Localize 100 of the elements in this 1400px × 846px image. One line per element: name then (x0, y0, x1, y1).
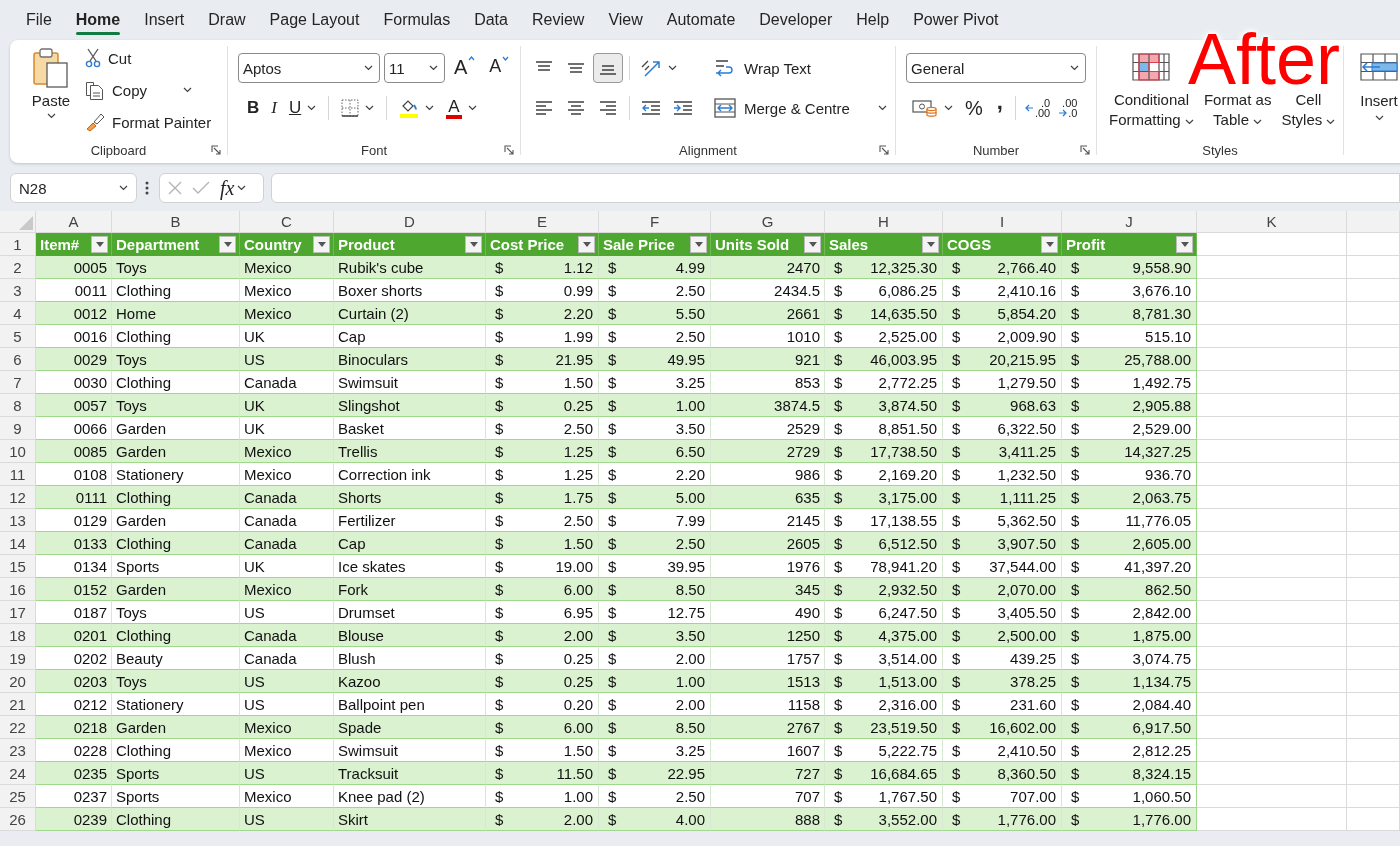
ribbon-tab[interactable]: Insert (132, 0, 197, 40)
table-cell: $ 968.63 (943, 394, 1062, 417)
dialog-launcher-icon[interactable] (504, 145, 514, 155)
filter-button[interactable] (578, 235, 595, 253)
cut-button[interactable]: Cut (85, 42, 212, 74)
formula-input[interactable] (271, 173, 1400, 203)
filter-button[interactable] (219, 235, 236, 253)
indent-right-icon (673, 101, 693, 115)
column-letter: I (943, 211, 1062, 233)
dialog-launcher-icon[interactable] (879, 145, 889, 155)
row-number: 12 (0, 486, 36, 509)
align-bottom-button[interactable] (593, 53, 623, 83)
paste-button[interactable]: Paste (23, 42, 79, 119)
row-number: 4 (0, 302, 36, 325)
empty-cell (1347, 440, 1400, 463)
insert-cells-button[interactable]: Insert (1360, 53, 1398, 121)
table-cell: $ 46,003.95 (825, 348, 943, 371)
table-cell: Trellis (334, 440, 486, 463)
table-cell: 2661 (711, 302, 825, 325)
filter-button[interactable] (690, 235, 707, 253)
borders-icon (341, 99, 360, 117)
table-cell: $ 9,558.90 (1062, 256, 1197, 279)
styles-button[interactable]: Format as Table (1203, 90, 1272, 130)
underline-button[interactable]: U (284, 95, 321, 121)
ribbon-tab[interactable]: Page Layout (257, 0, 372, 40)
font-size-select[interactable]: 11 (384, 53, 445, 83)
dialog-launcher-icon[interactable] (1080, 145, 1090, 155)
ribbon-tab[interactable]: Power Pivot (901, 0, 1011, 40)
caret-icon (1326, 119, 1336, 125)
wrap-text-button[interactable]: Wrap Text (714, 53, 887, 83)
filter-button[interactable] (91, 235, 108, 253)
table-cell: 0201 (36, 624, 112, 647)
ribbon-tab[interactable]: Draw (196, 0, 258, 40)
filter-button[interactable] (804, 235, 821, 253)
filter-button[interactable] (1041, 235, 1058, 253)
align-center-icon (567, 101, 585, 115)
table-cell: $ 8,324.15 (1062, 762, 1197, 785)
banknote-coins-icon (912, 98, 938, 118)
empty-cell (1347, 808, 1400, 831)
ribbon-tab[interactable]: Data (462, 0, 520, 40)
table-cell: Spade (334, 716, 486, 739)
ribbon-tab[interactable]: File (14, 0, 64, 40)
table-cell: Mexico (240, 716, 334, 739)
font-color-button[interactable]: A (442, 95, 481, 121)
italic-button[interactable]: I (267, 95, 281, 121)
bold-button[interactable]: B (243, 95, 264, 121)
comma-style-button[interactable]: , (990, 95, 1009, 121)
dialog-launcher-icon[interactable] (211, 145, 221, 155)
ribbon-tab[interactable]: Developer (747, 0, 845, 40)
filter-button[interactable] (1176, 235, 1193, 253)
table-cell: Slingshot (334, 394, 486, 417)
copy-button[interactable]: Copy (85, 74, 212, 106)
down-caret-icon (502, 56, 510, 61)
table-cell: $ 3,907.50 (943, 532, 1062, 555)
ribbon-tab[interactable]: Help (844, 0, 902, 40)
column-header: COGS (947, 235, 992, 253)
empty-cell (1347, 578, 1400, 601)
decrease-decimal-button[interactable]: .00 .0 (1055, 98, 1081, 118)
ribbon-tab[interactable]: Review (519, 0, 597, 40)
ribbon-tab[interactable]: Formulas (371, 0, 463, 40)
table-cell: 2729 (711, 440, 825, 463)
table-cell: Clothing (112, 486, 240, 509)
table-cell: $ 6,512.50 (825, 532, 943, 555)
table-cell: Mexico (240, 440, 334, 463)
table-cell: $ 3,175.00 (825, 486, 943, 509)
table-cell: 727 (711, 762, 825, 785)
merge-cells-icon (714, 98, 736, 118)
table-cell: Blouse (334, 624, 486, 647)
format-painter-button[interactable]: Format Painter (85, 106, 212, 138)
percent-style-button[interactable]: % (959, 96, 989, 120)
table-cell: $ 8,360.50 (943, 762, 1062, 785)
table-cell: $ 14,327.25 (1062, 440, 1197, 463)
table-cell: $ 1,134.75 (1062, 670, 1197, 693)
vertical-dots-icon[interactable] (145, 181, 149, 195)
table-cell: $ 17,738.50 (825, 440, 943, 463)
increase-decimal-button[interactable]: .0 .00 (1021, 98, 1054, 118)
group-label: Font (361, 142, 387, 158)
column-letter: G (711, 211, 825, 233)
ribbon-tab[interactable]: View (596, 0, 655, 40)
number-format-select[interactable]: General (906, 53, 1086, 83)
column-letter: F (599, 211, 711, 233)
name-box[interactable]: N28 (10, 173, 137, 203)
table-cell: 345 (711, 578, 825, 601)
table-cell: 921 (711, 348, 825, 371)
merge-and-centre-button[interactable]: Merge & Centre (714, 93, 887, 123)
styles-button[interactable]: Cell Styles (1281, 90, 1336, 130)
table-cell: 0152 (36, 578, 112, 601)
decrease-font-size-button[interactable]: A (484, 53, 515, 83)
filter-button[interactable] (313, 235, 330, 253)
table-cell: US (240, 670, 334, 693)
table-cell: Toys (112, 394, 240, 417)
filter-button[interactable] (465, 235, 482, 253)
font-family-select[interactable]: Aptos (238, 53, 380, 83)
ribbon-tab[interactable]: Home (63, 0, 133, 40)
check-icon[interactable] (192, 181, 210, 195)
table-cell: Toys (112, 348, 240, 371)
table-cell: 0218 (36, 716, 112, 739)
increase-font-size-button[interactable]: A (449, 53, 481, 83)
ribbon-tab[interactable]: Automate (654, 0, 748, 40)
filter-button[interactable] (922, 235, 939, 253)
